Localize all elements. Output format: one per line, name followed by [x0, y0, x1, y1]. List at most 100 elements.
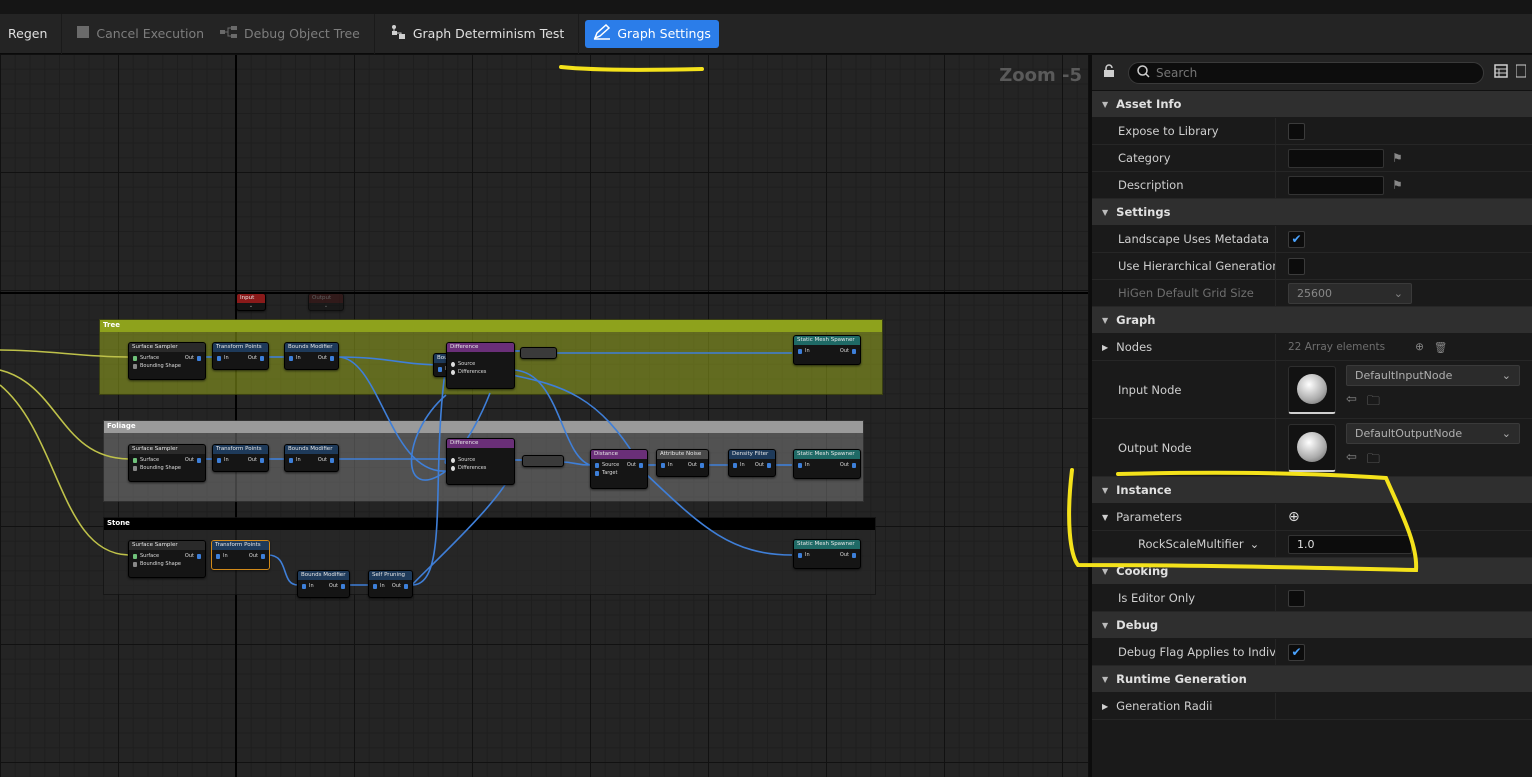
graph-determinism-test-button[interactable]: Graph Determinism Test — [381, 20, 572, 48]
landscape-uses-metadata-checkbox[interactable]: ✔ — [1288, 230, 1305, 248]
graph-settings-button[interactable]: Graph Settings — [585, 19, 719, 48]
node-title: Distance — [591, 450, 647, 459]
expand-arrow-icon[interactable]: ▶ — [1102, 343, 1108, 352]
node-attribute-noise[interactable]: Attribute Noise In Out — [656, 449, 709, 477]
node-distance[interactable]: Distance Source Target Out — [590, 449, 648, 489]
debug-object-tree-button[interactable]: Debug Object Tree — [212, 20, 368, 48]
node-bounds-modifier-foliage[interactable]: Bounds Modifier In Out — [284, 444, 339, 472]
pin-out[interactable]: Out — [329, 583, 345, 589]
node-static-mesh-spawner-tree[interactable]: Static Mesh Spawner In Out — [793, 335, 861, 365]
pin-source[interactable]: Source — [451, 360, 510, 368]
collapse-arrow-icon: ▼ — [1102, 315, 1109, 325]
pin-out[interactable]: Out — [392, 583, 408, 589]
collapse-arrow-icon: ▼ — [1102, 620, 1109, 630]
lock-icon[interactable] — [1102, 63, 1116, 82]
pin-source[interactable]: Source — [451, 456, 510, 464]
flag-icon[interactable]: ⚑ — [1392, 178, 1403, 192]
graph-canvas[interactable]: Zoom -5 Input ⌄ Output ⌄ Tree Foliage St… — [0, 55, 1088, 777]
is-editor-only-checkbox[interactable] — [1288, 589, 1305, 607]
pin-out[interactable]: Out — [840, 552, 856, 558]
add-parameter-icon[interactable]: ⊕ — [1288, 509, 1300, 525]
pin-out[interactable]: Out — [318, 355, 334, 361]
node-reroute-foliage[interactable] — [522, 455, 564, 467]
pin-out[interactable]: Out — [840, 348, 856, 354]
node-difference-tree[interactable]: Difference Source Differences — [446, 342, 515, 389]
node-static-mesh-spawner-stone[interactable]: Static Mesh Spawner In Out — [793, 539, 861, 569]
collapse-arrow-icon[interactable]: ▼ — [1102, 513, 1108, 522]
expand-arrow-icon[interactable]: ▶ — [1102, 702, 1108, 711]
node-surface-sampler-stone[interactable]: Surface Sampler Surface Bounding Shape Out — [128, 540, 206, 578]
pin-out[interactable]: Out — [185, 553, 201, 559]
pin-target[interactable]: Target — [595, 469, 643, 477]
output-node-thumbnail[interactable] — [1288, 423, 1336, 472]
row-generation-radii[interactable]: ▶ Generation Radii — [1092, 693, 1532, 720]
node-transform-points-foliage[interactable]: Transform Points In Out — [212, 444, 269, 472]
section-asset-info[interactable]: ▼ Asset Info — [1092, 91, 1532, 118]
input-node-dropdown[interactable]: DefaultInputNode ⌄ — [1346, 365, 1520, 386]
node-difference-foliage[interactable]: Difference Source Differences — [446, 438, 515, 485]
section-settings[interactable]: ▼ Settings — [1092, 199, 1532, 226]
section-instance[interactable]: ▼ Instance — [1092, 477, 1532, 504]
trash-icon[interactable]: 🗑 — [1434, 341, 1447, 354]
input-node-thumbnail[interactable] — [1288, 365, 1336, 414]
pin-differences[interactable]: Differences — [451, 464, 510, 472]
table-view-icon[interactable] — [1494, 63, 1508, 82]
node-title: Bounds Modifier — [285, 445, 338, 454]
pin-dot — [197, 553, 201, 559]
pin-bounding-shape[interactable]: Bounding Shape — [133, 560, 201, 568]
param-name[interactable]: RockScaleMultifier — [1138, 537, 1244, 551]
pin-label: Out — [839, 552, 849, 558]
pin-out[interactable]: Out — [840, 462, 856, 468]
settings-icon[interactable] — [1515, 63, 1527, 82]
description-input[interactable] — [1288, 175, 1384, 195]
node-surface-sampler-tree[interactable]: Surface Sampler Surface Bounding Shape Out — [128, 342, 206, 380]
node-reroute-tree[interactable] — [520, 347, 557, 359]
pin-out[interactable]: Out — [318, 457, 334, 463]
section-cooking[interactable]: ▼ Cooking — [1092, 558, 1532, 585]
rock-scale-multiplier-input[interactable]: 1.0 — [1288, 534, 1412, 554]
pin-bounding-shape[interactable]: Bounding Shape — [133, 362, 201, 370]
flag-icon[interactable]: ⚑ — [1392, 151, 1403, 165]
add-element-icon[interactable]: ⊕ — [1415, 341, 1424, 353]
cancel-execution-button[interactable]: Cancel Execution — [68, 20, 212, 48]
pin-out[interactable]: Out — [249, 553, 265, 559]
chevron-down-icon[interactable]: ⌄ — [1250, 537, 1260, 551]
pin-out[interactable]: Out — [688, 462, 704, 468]
node-transform-points-stone[interactable]: Transform Points In Out — [211, 540, 270, 570]
higen-grid-size-dropdown[interactable]: 25600 ⌄ — [1288, 282, 1412, 304]
browse-back-icon[interactable]: ⇦ — [1346, 392, 1357, 414]
regen-button[interactable]: Regen — [0, 20, 55, 48]
node-bounds-modifier-stone[interactable]: Bounds Modifier In Out — [297, 570, 350, 598]
details-search[interactable] — [1128, 61, 1484, 84]
browse-folder-icon[interactable]: 🗀 — [1367, 450, 1380, 472]
category-input[interactable] — [1288, 148, 1384, 168]
search-input[interactable] — [1156, 65, 1456, 80]
output-node-dropdown[interactable]: DefaultOutputNode ⌄ — [1346, 423, 1520, 444]
pin-differences[interactable]: Differences — [451, 368, 510, 376]
pin-out[interactable]: Out — [248, 355, 264, 361]
pin-out[interactable]: Out — [248, 457, 264, 463]
section-runtime-generation[interactable]: ▼ Runtime Generation — [1092, 666, 1532, 693]
browse-folder-icon[interactable]: 🗀 — [1367, 392, 1380, 414]
debug-flag-checkbox[interactable]: ✔ — [1288, 643, 1305, 661]
pin-bounding-shape[interactable]: Bounding Shape — [133, 464, 201, 472]
node-density-filter[interactable]: Density Filter In Out — [728, 449, 776, 477]
pin-out[interactable]: Out — [755, 462, 771, 468]
row-parameters[interactable]: ▼ Parameters ⊕ — [1092, 504, 1532, 531]
browse-back-icon[interactable]: ⇦ — [1346, 450, 1357, 472]
pin-out[interactable]: Out — [627, 462, 643, 468]
row-nodes[interactable]: ▶ Nodes 22 Array elements ⊕ 🗑 — [1092, 334, 1532, 361]
node-transform-points-tree[interactable]: Transform Points In Out — [212, 342, 269, 370]
section-debug[interactable]: ▼ Debug — [1092, 612, 1532, 639]
node-surface-sampler-foliage[interactable]: Surface Sampler Surface Bounding Shape Out — [128, 444, 206, 482]
use-hierarchical-generation-checkbox[interactable] — [1288, 257, 1305, 275]
node-self-pruning[interactable]: Self Pruning In Out — [368, 570, 413, 598]
section-graph[interactable]: ▼ Graph — [1092, 307, 1532, 334]
pin-out[interactable]: Out — [185, 457, 201, 463]
node-static-mesh-spawner-foliage[interactable]: Static Mesh Spawner In Out — [793, 449, 861, 479]
node-bounds-modifier-tree[interactable]: Bounds Modifier In Out — [284, 342, 339, 370]
pin-out[interactable]: Out — [185, 355, 201, 361]
expose-to-library-checkbox[interactable] — [1288, 122, 1305, 140]
pin-label: Out — [317, 355, 327, 361]
pin-dot — [451, 465, 455, 471]
